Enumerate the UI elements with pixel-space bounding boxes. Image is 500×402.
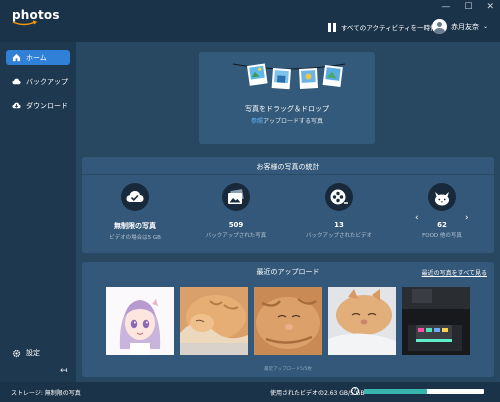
sidebar-item-backup[interactable]: バックアップ [6, 74, 70, 89]
clothesline-photos-icon [232, 63, 346, 90]
maximize-button[interactable]: ☐ [464, 2, 472, 12]
stats-title: お客様の写真の統計 [256, 163, 320, 171]
close-button[interactable]: ✕ [486, 2, 494, 12]
window-controls: — ☐ ✕ [441, 2, 494, 12]
browse-link[interactable]: 参照 [251, 118, 263, 125]
stats-panel: お客様の写真の統計 無制限の写真 ビデオの場合は5 GB 509 バックアップさ… [82, 157, 494, 253]
anime-girl-photo[interactable] [106, 287, 174, 355]
upload-drop-zone[interactable]: 写真をドラッグ＆ドロップ 参照アップロードする写真 [199, 52, 375, 144]
stats-next-button[interactable]: › [465, 213, 469, 223]
stat-label: FOOD 他の写真 [422, 233, 462, 239]
cat-photo-2[interactable] [254, 287, 322, 355]
stat-videos[interactable]: 13 バックアップされたビデオ [294, 183, 384, 239]
thumbnail-row [106, 287, 470, 355]
cloud-icon [12, 78, 21, 85]
sidebar-item-download[interactable]: ダウンロード [6, 98, 70, 113]
upload-subtext: 参照アップロードする写真 [199, 116, 375, 125]
stat-food[interactable]: 62 FOOD 他の写真 [397, 183, 487, 239]
chevron-down-icon: ⌄ [483, 23, 489, 30]
pause-all-button[interactable]: すべてのアクティビティを一時停止 [328, 22, 443, 32]
collapse-sidebar-button[interactable]: ↤ [60, 366, 68, 376]
stat-value: 無制限の写真 [114, 222, 156, 230]
pause-label: すべてのアクティビティを一時停止 [341, 24, 444, 32]
usage-progress-bar [364, 389, 484, 394]
status-bar: ストレージ: 無制限の写真 使用されたビデオの2.63 GB/5 GB ? [0, 382, 500, 402]
device-photo[interactable] [402, 287, 470, 355]
user-name: 赤月友奈 [451, 22, 479, 31]
cloud-check-icon [121, 183, 149, 211]
upload-sub-label: アップロードする写真 [263, 118, 324, 125]
minimize-button[interactable]: — [441, 2, 450, 12]
film-reel-icon [325, 183, 353, 211]
recent-uploads-panel: 最近のアップロード 最近の写真をすべて見る 最近アップロード5/5枚 [82, 262, 494, 377]
cat-icon [428, 183, 456, 211]
gear-icon [12, 349, 21, 357]
cat-photo-1[interactable] [180, 287, 248, 355]
app-logo: photos [12, 8, 60, 27]
sidebar-item-label: ダウンロード [26, 101, 68, 110]
stat-value: 509 [228, 221, 244, 229]
see-all-link[interactable]: 最近の写真をすべて見る [422, 268, 487, 277]
stat-label: ビデオの場合は5 GB [109, 235, 161, 241]
user-menu[interactable]: 赤月友奈 ⌄ [432, 19, 488, 34]
home-icon [12, 53, 21, 62]
stat-label: バックアップされた写真 [205, 233, 267, 239]
cat-photo-3[interactable] [328, 287, 396, 355]
sidebar-item-home[interactable]: ホーム [6, 50, 70, 65]
sidebar: ホーム バックアップ ダウンロード 設定 ↤ [0, 42, 76, 382]
help-icon[interactable]: ? [351, 387, 359, 395]
settings-label: 設定 [26, 349, 40, 357]
usage-progress-fill [364, 389, 428, 394]
stat-label: バックアップされたビデオ [305, 233, 372, 239]
stat-unlimited: 無制限の写真 ビデオの場合は5 GB [90, 183, 180, 241]
stat-photos[interactable]: 509 バックアップされた写真 [191, 183, 281, 239]
avatar [432, 19, 447, 34]
recent-footer-text: 最近アップロード5/5枚 [264, 367, 312, 372]
sidebar-item-label: バックアップ [26, 77, 68, 86]
storage-label: ストレージ: 無制限の写真 [11, 390, 81, 397]
photo-icon [222, 183, 250, 211]
sidebar-item-label: ホーム [26, 53, 47, 62]
download-icon [12, 102, 21, 109]
divider [82, 174, 494, 175]
sidebar-item-settings[interactable]: 設定 [12, 348, 40, 358]
pause-icon [328, 22, 336, 32]
upload-title: 写真をドラッグ＆ドロップ [245, 105, 329, 113]
stat-value: 13 [334, 221, 344, 229]
logo-text: photos [12, 8, 60, 22]
stat-value: 62 [437, 221, 447, 229]
title-bar: photos — ☐ ✕ すべてのアクティビティを一時停止 赤月友奈 ⌄ [0, 0, 500, 42]
